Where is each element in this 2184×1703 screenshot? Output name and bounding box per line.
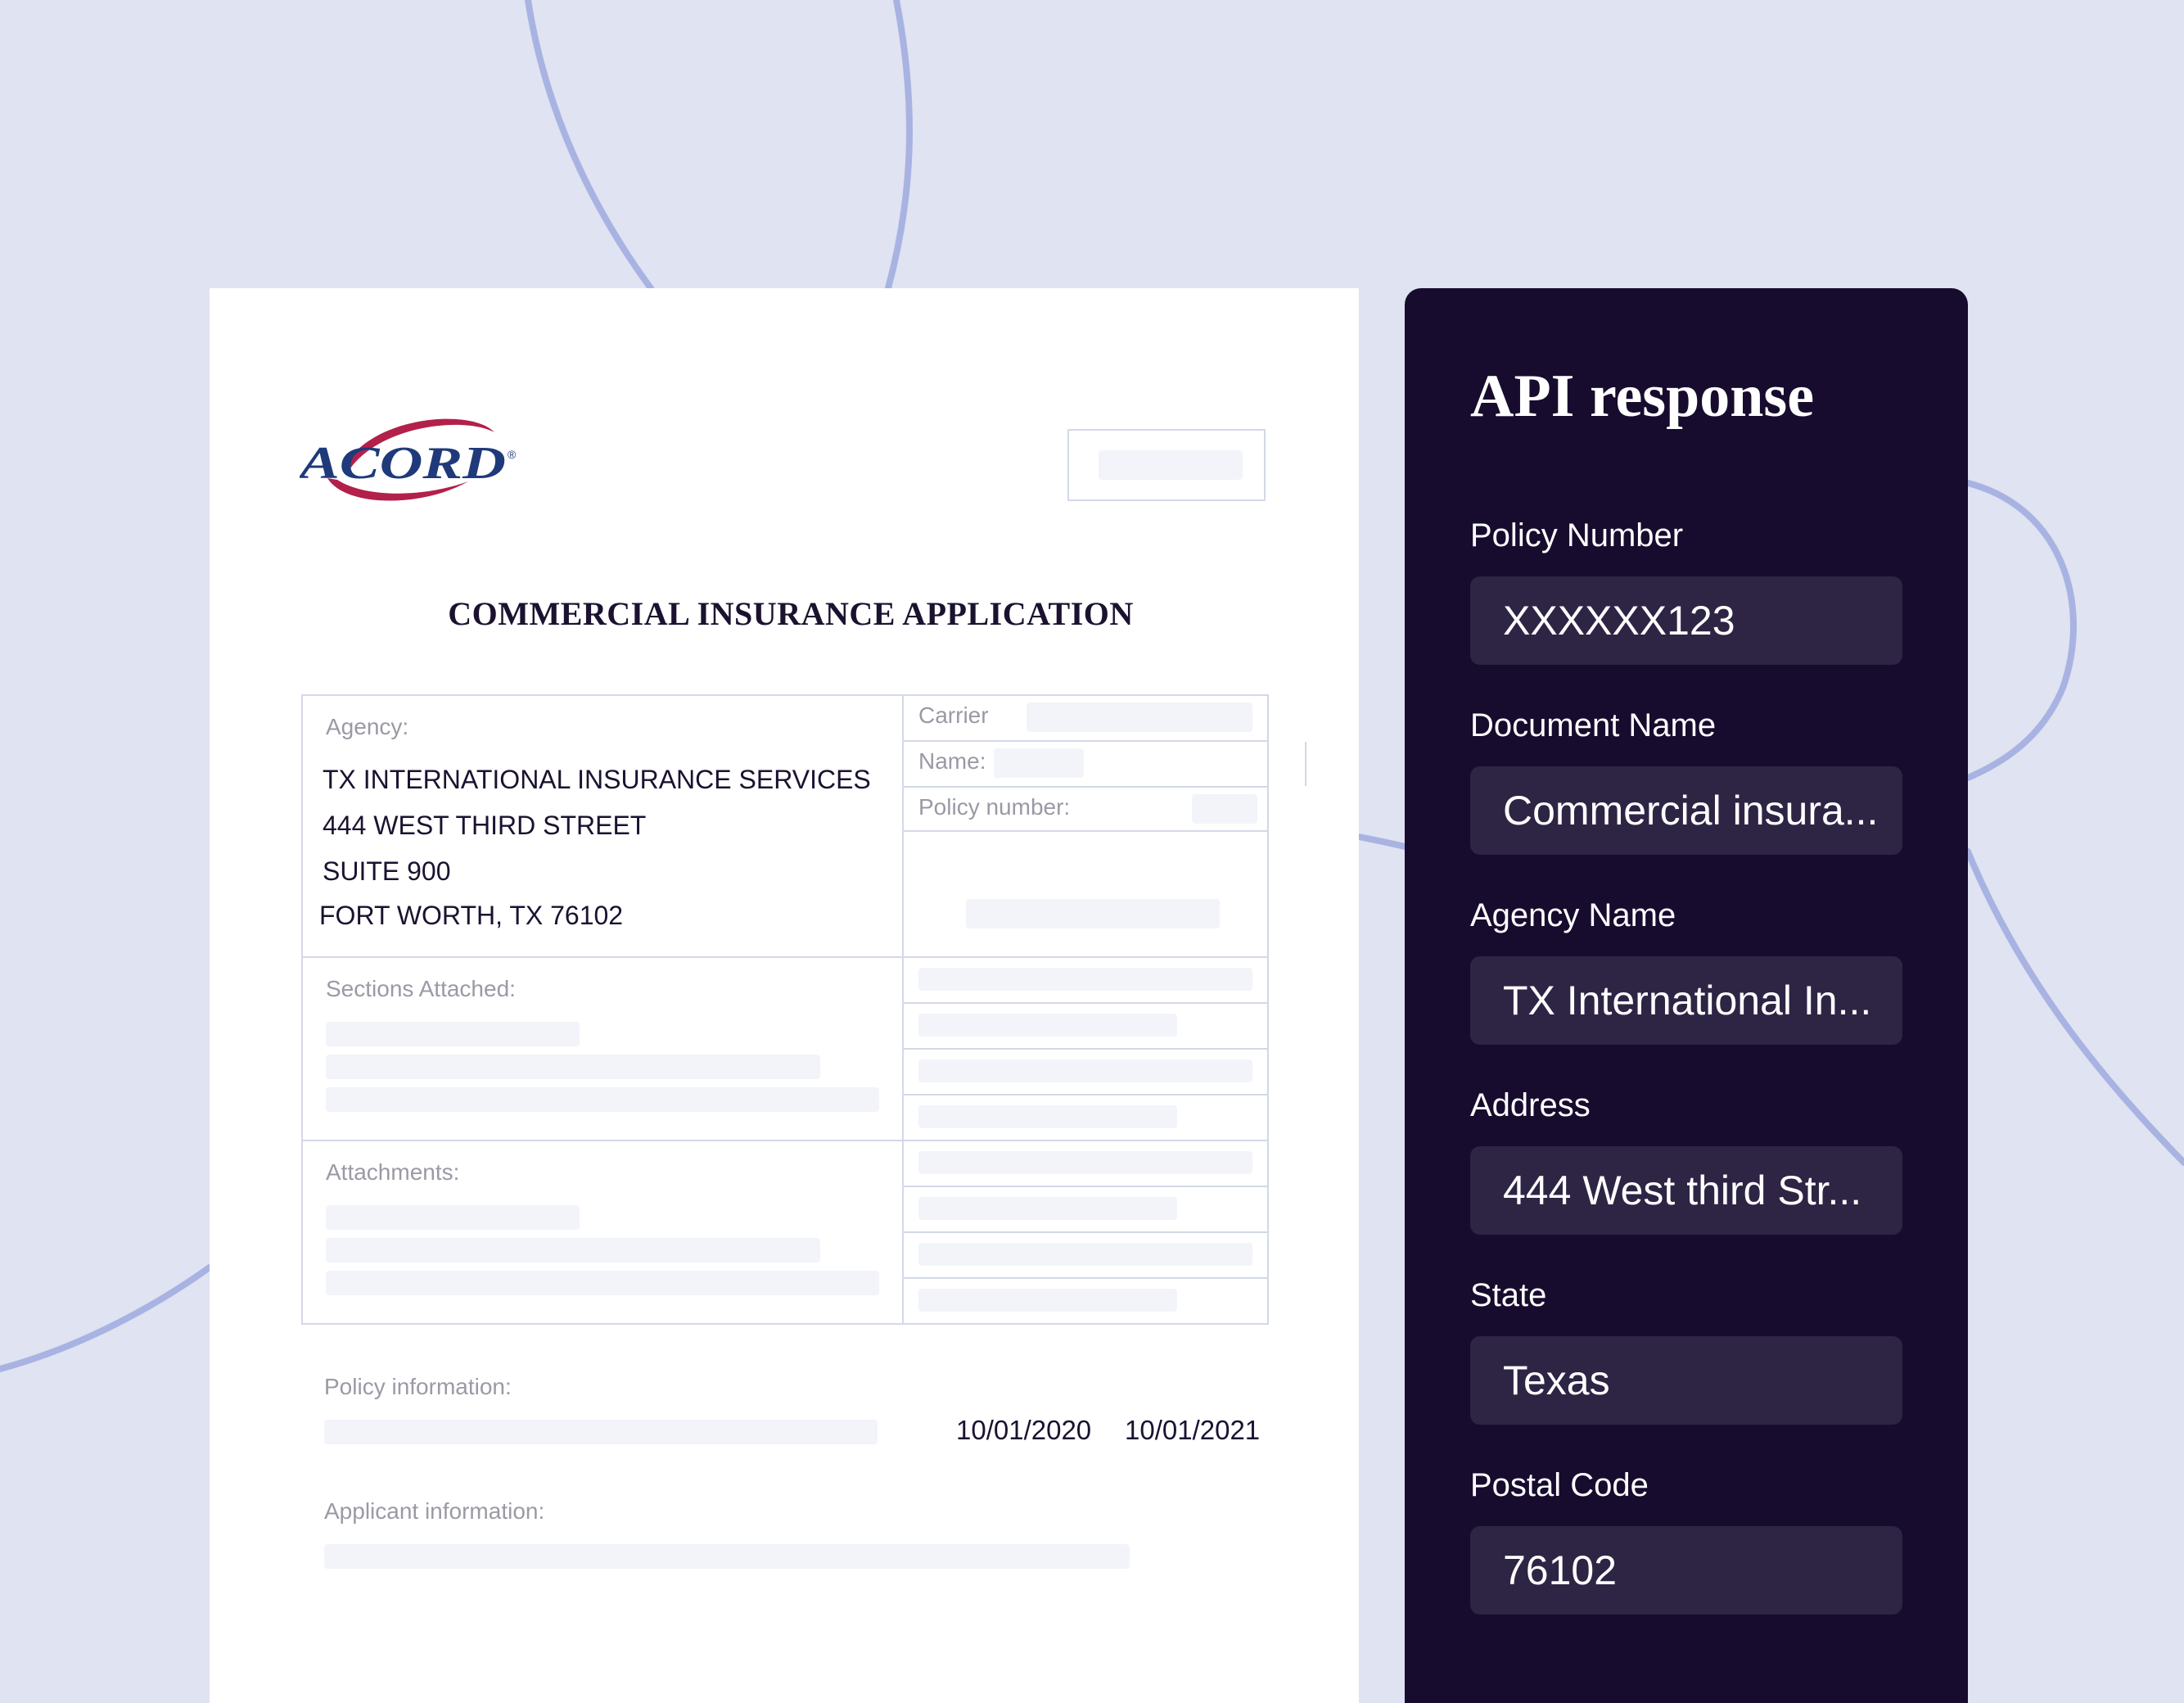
placeholder-bar bbox=[918, 1289, 1177, 1312]
postal-code-field[interactable]: 76102 bbox=[1470, 1526, 1902, 1615]
acord-logo: ACORD ® bbox=[300, 418, 517, 501]
placeholder-bar bbox=[918, 1197, 1177, 1220]
agency-name-field-label: Agency Name bbox=[1470, 897, 1676, 933]
agency-suite-line: SUITE 900 bbox=[323, 856, 451, 886]
policy-number-field[interactable]: XXXXXX123 bbox=[1470, 576, 1902, 665]
document-title: COMMERCIAL INSURANCE APPLICATION bbox=[448, 595, 1134, 632]
form-id-box bbox=[1067, 429, 1266, 501]
panel-title: API response bbox=[1470, 363, 1815, 430]
placeholder-bar bbox=[1192, 794, 1257, 824]
state-field-label: State bbox=[1470, 1277, 1547, 1313]
agency-label: Agency: bbox=[326, 714, 409, 739]
effective-date: 10/01/2020 bbox=[956, 1415, 1092, 1445]
document-preview: ACORD ® COMMERCIAL INSURANCE APPLICATION… bbox=[210, 288, 1359, 1703]
logo-wordmark: ACORD bbox=[300, 438, 506, 489]
expiration-date: 10/01/2021 bbox=[1125, 1415, 1261, 1445]
agency-city-line: FORT WORTH, TX 76102 bbox=[319, 901, 624, 930]
sections-attached-label: Sections Attached: bbox=[326, 976, 516, 1001]
address-field[interactable]: 444 West third Str... bbox=[1470, 1146, 1902, 1235]
placeholder-bar bbox=[326, 1271, 879, 1295]
placeholder-bar bbox=[326, 1055, 820, 1079]
document-name-field-label: Document Name bbox=[1470, 707, 1717, 743]
placeholder-bar bbox=[326, 1238, 820, 1263]
placeholder-bar bbox=[918, 1151, 1252, 1174]
placeholder-bar bbox=[918, 1014, 1177, 1037]
postal-code-field-label: Postal Code bbox=[1470, 1467, 1649, 1503]
placeholder-bar bbox=[326, 1022, 580, 1046]
carrier-label: Carrier bbox=[918, 702, 989, 728]
placeholder-bar bbox=[994, 748, 1084, 778]
policy-information-label: Policy information: bbox=[324, 1374, 512, 1399]
placeholder-bar bbox=[1027, 702, 1252, 732]
agency-street-line: 444 WEST THIRD STREET bbox=[323, 811, 647, 840]
agency-name-line: TX INTERNATIONAL INSURANCE SERVICES bbox=[323, 765, 871, 794]
placeholder-bar bbox=[918, 1059, 1252, 1082]
agency-name-field[interactable]: TX International In... bbox=[1470, 956, 1902, 1045]
applicant-information-label: Applicant information: bbox=[324, 1498, 545, 1524]
placeholder-bar bbox=[918, 1243, 1252, 1266]
policy-number-label: Policy number: bbox=[918, 794, 1071, 820]
logo-registered-mark: ® bbox=[508, 448, 517, 461]
placeholder-bar bbox=[966, 899, 1220, 928]
api-response-panel: API response Policy Number XXXXXX123 Doc… bbox=[1405, 288, 1968, 1703]
document-name-field[interactable]: Commercial insura... bbox=[1470, 766, 1902, 855]
placeholder-bar bbox=[324, 1420, 878, 1444]
placeholder-bar bbox=[918, 1105, 1177, 1128]
placeholder-bar bbox=[324, 1544, 1130, 1569]
name-label: Name: bbox=[918, 748, 986, 774]
placeholder-bar bbox=[326, 1087, 879, 1112]
placeholder-bar bbox=[326, 1205, 580, 1230]
address-field-label: Address bbox=[1470, 1087, 1591, 1123]
form-table: Agency: TX INTERNATIONAL INSURANCE SERVI… bbox=[301, 694, 1306, 1325]
state-field[interactable]: Texas bbox=[1470, 1336, 1902, 1425]
placeholder-bar bbox=[1099, 450, 1243, 480]
placeholder-bar bbox=[918, 968, 1252, 991]
attachments-label: Attachments: bbox=[326, 1159, 460, 1185]
policy-number-field-label: Policy Number bbox=[1470, 517, 1684, 553]
